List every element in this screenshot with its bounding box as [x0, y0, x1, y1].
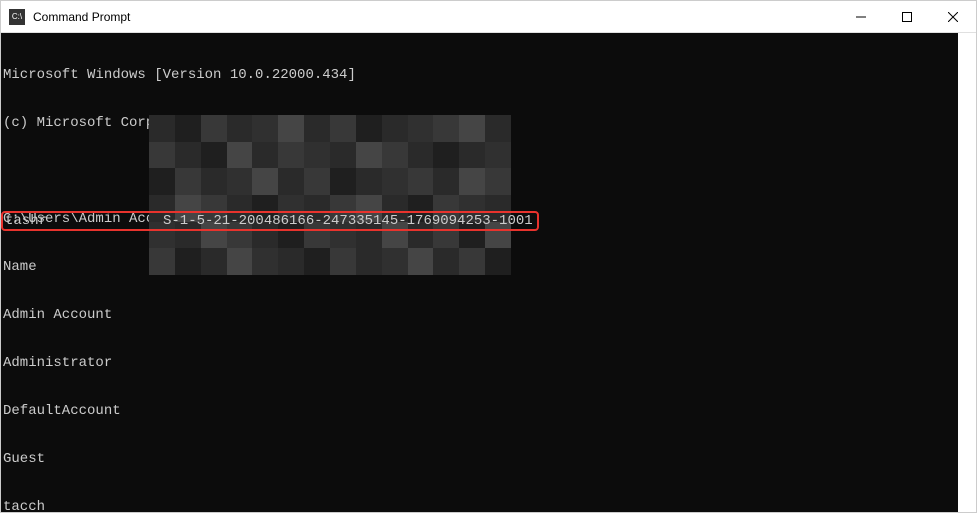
window-title: Command Prompt	[33, 10, 838, 24]
account-name: Admin Account	[3, 307, 163, 323]
table-row: Guest	[3, 451, 958, 467]
account-name: Administrator	[3, 355, 163, 371]
window-controls	[838, 1, 976, 32]
account-name: Guest	[3, 451, 163, 467]
minimize-icon	[856, 12, 866, 22]
command-prompt-window: C:\ Command Prompt Microsoft Windows [Ve…	[0, 0, 977, 513]
table-row: DefaultAccount	[3, 403, 958, 419]
table-row: tacch	[3, 499, 958, 512]
titlebar[interactable]: C:\ Command Prompt	[1, 1, 976, 33]
maximize-icon	[902, 12, 912, 22]
header-name: Name	[3, 259, 163, 275]
close-icon	[948, 12, 958, 22]
banner-line-1: Microsoft Windows [Version 10.0.22000.43…	[3, 67, 958, 83]
account-name: tacch	[3, 499, 163, 512]
maximize-button[interactable]	[884, 1, 930, 32]
redacted-sid-block	[149, 115, 511, 275]
table-row: Administrator	[3, 355, 958, 371]
terminal-area[interactable]: Microsoft Windows [Version 10.0.22000.43…	[1, 33, 976, 512]
table-row: Admin Account	[3, 307, 958, 323]
minimize-button[interactable]	[838, 1, 884, 32]
account-name: DefaultAccount	[3, 403, 163, 419]
cmd-icon: C:\	[9, 9, 25, 25]
close-button[interactable]	[930, 1, 976, 32]
